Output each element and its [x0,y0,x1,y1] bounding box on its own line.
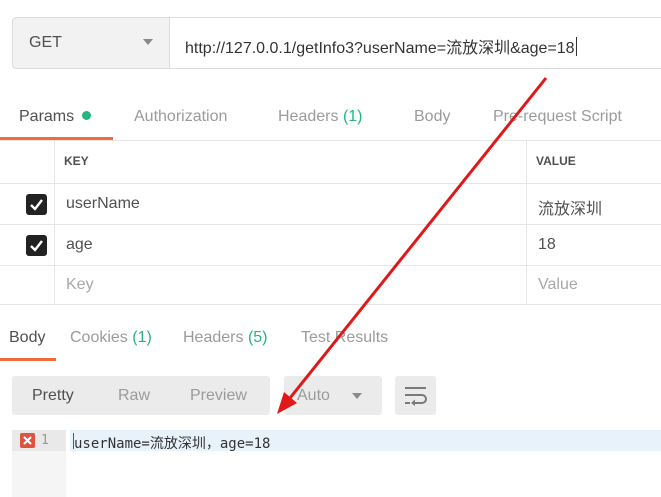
response-body-text: userName=流放深圳，age=18 [74,436,271,452]
checkmark-icon [30,199,43,211]
params-table: KEY VALUE userName 流放深圳 age 18 Key Value [0,141,661,305]
param-value[interactable]: 流放深圳 [538,195,602,219]
format-label: Auto [297,387,330,404]
param-key[interactable]: age [66,236,93,254]
row-checkbox[interactable] [26,194,47,215]
method-select[interactable]: GET [12,17,169,69]
request-tabs: Params Authorization Headers (1) Body Pr… [0,94,661,141]
tab-prerequest-script[interactable]: Pre-request Script [493,108,622,126]
wrap-text-icon [405,387,427,406]
raw-button[interactable]: Raw [118,387,150,405]
request-bar: GET http://127.0.0.1/getInfo3?userName=流… [12,17,661,69]
param-value[interactable]: 18 [538,236,556,254]
row-checkbox[interactable] [26,235,47,256]
param-key[interactable]: userName [66,195,140,213]
new-param-row: Key Value [0,266,661,305]
url-text: http://127.0.0.1/getInfo3?userName=流放深圳&… [185,34,577,58]
response-body-editor[interactable]: 1 userName=流放深圳，age=18 [12,430,661,497]
view-mode-toggle: Pretty Raw Preview [12,376,270,415]
tab-cookies[interactable]: Cookies (1) [70,329,152,347]
tab-test-results[interactable]: Test Results [301,329,388,347]
text-caret [575,37,577,56]
params-active-dot [82,111,92,120]
tab-params[interactable]: Params [19,108,92,126]
response-tabs: Body Cookies (1) Headers (5) Test Result… [0,315,661,361]
format-select[interactable]: Auto [284,376,382,415]
value-column-header: VALUE [536,154,576,168]
cookies-count: (1) [132,329,152,346]
key-placeholder[interactable]: Key [66,276,94,294]
method-label: GET [29,34,62,51]
pretty-button[interactable]: Pretty [32,387,74,405]
headers-count: (1) [342,108,363,125]
tab-headers[interactable]: Headers (1) [278,108,363,126]
chevron-down-icon [352,393,362,399]
active-tab-indicator [0,137,113,140]
line-number: 1 [41,433,49,448]
column-divider [526,141,527,305]
error-icon[interactable] [20,433,35,448]
active-tab-indicator [0,358,56,361]
tab-authorization[interactable]: Authorization [134,108,227,126]
column-divider [54,141,55,305]
checkmark-icon [30,240,43,252]
tab-body[interactable]: Body [414,108,450,126]
tab-response-headers[interactable]: Headers (5) [183,329,268,347]
table-row: userName 流放深圳 [0,184,661,225]
tab-response-body[interactable]: Body [9,329,45,347]
key-column-header: KEY [64,154,89,168]
response-headers-count: (5) [247,329,268,346]
table-header-row: KEY VALUE [0,141,661,184]
preview-button[interactable]: Preview [190,387,247,405]
wrap-lines-button[interactable] [395,376,436,415]
table-row: age 18 [0,225,661,266]
chevron-down-icon [143,39,153,45]
url-input[interactable]: http://127.0.0.1/getInfo3?userName=流放深圳&… [169,17,661,69]
value-placeholder[interactable]: Value [538,276,578,294]
